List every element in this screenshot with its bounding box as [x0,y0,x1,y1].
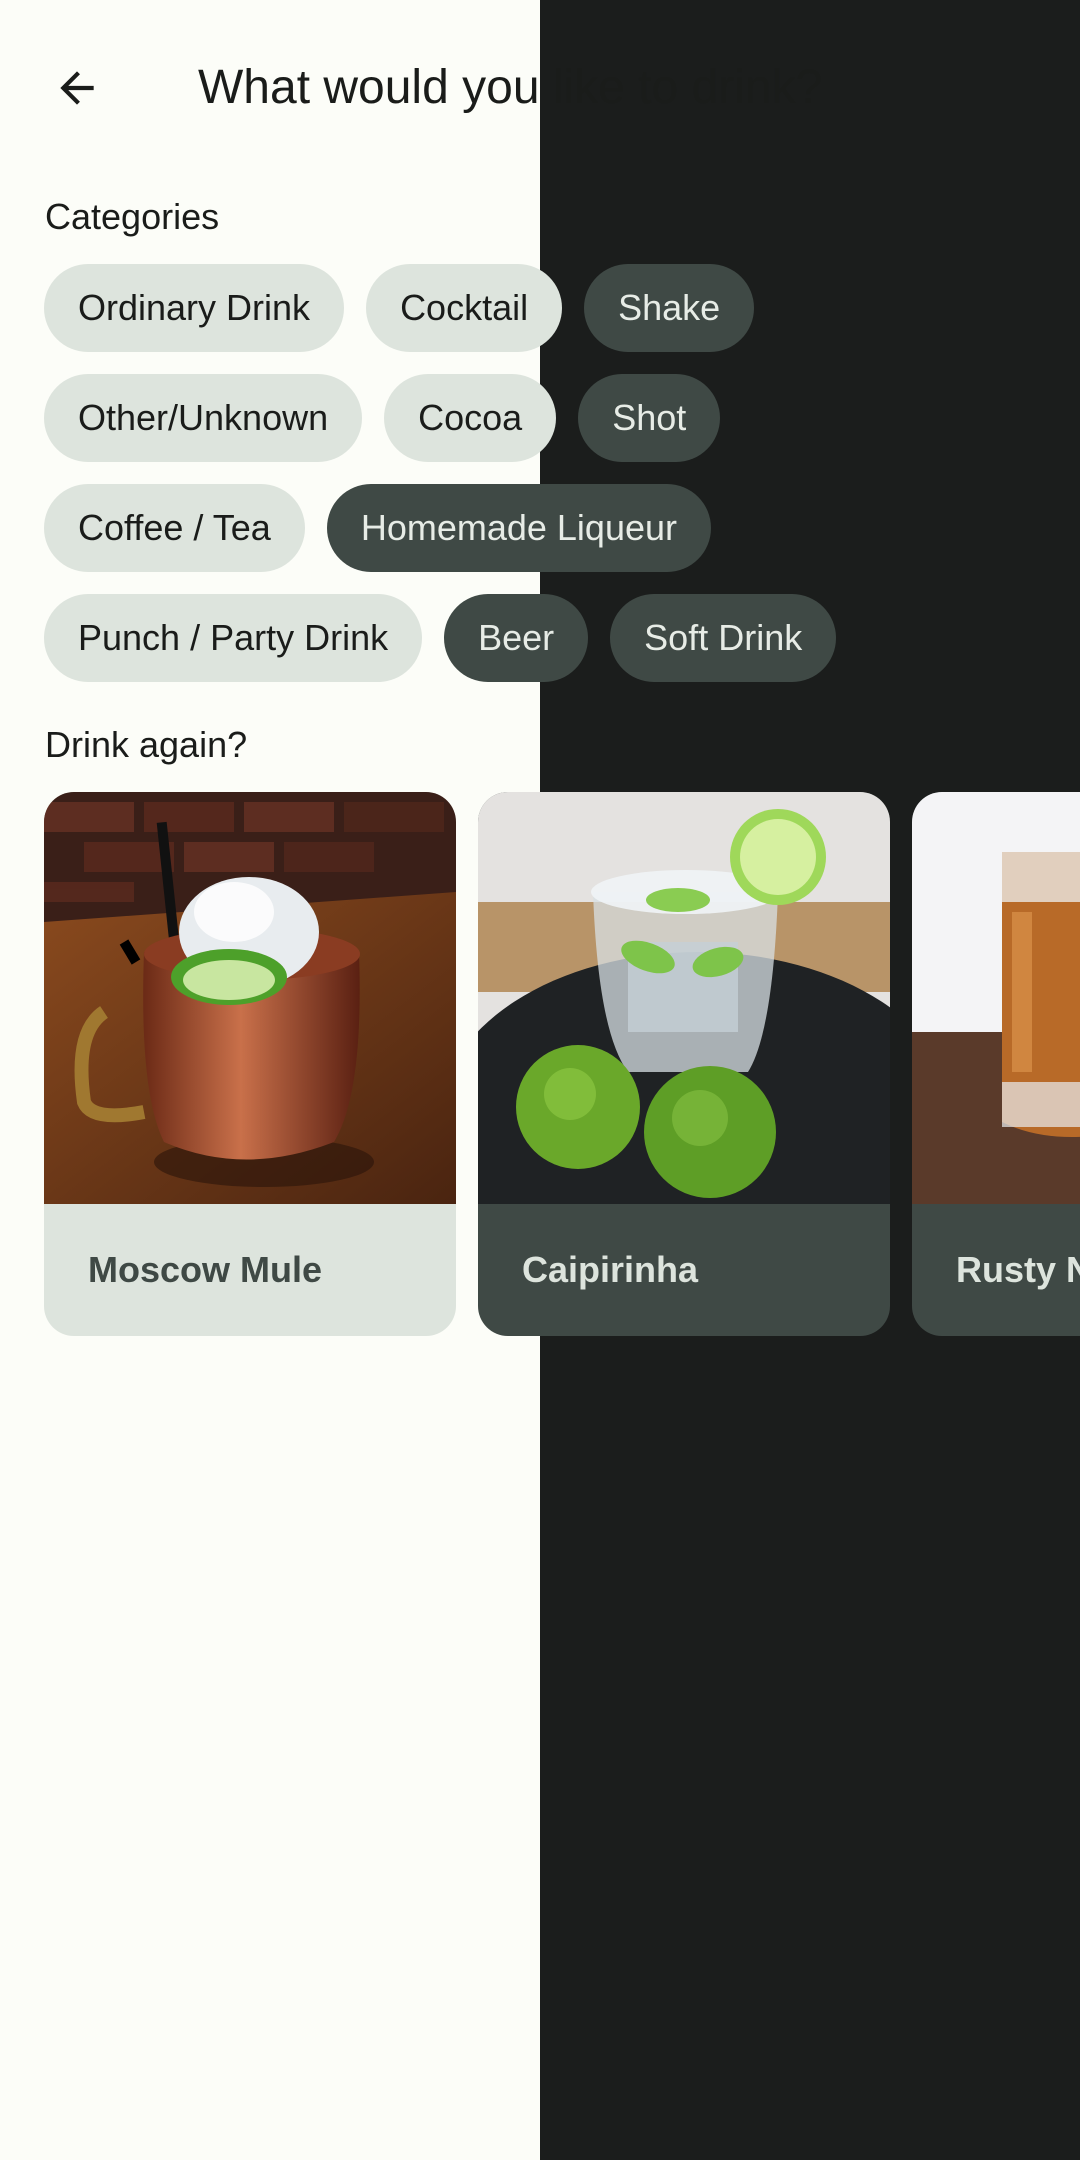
chip-soft-drink[interactable]: Soft Drink [610,594,837,682]
chip-shot[interactable]: Shot [578,374,721,462]
page-title: What would you like to drink? [198,61,823,114]
drink-again-heading: Drink again? [45,724,248,765]
categories-heading: Categories [45,196,220,237]
chip-homemade-liqueur[interactable]: Homemade Liqueur [326,484,712,572]
chip-coffee-tea[interactable]: Coffee / Tea [44,484,305,572]
drink-card-caipirinha[interactable]: Caipirinha [478,792,890,1336]
drink-card-title: Rusty N [956,1249,1080,1290]
drink-card-moscow-mule[interactable]: Moscow Mule [44,792,456,1336]
back-button[interactable] [33,40,121,136]
chip-punch-party-drink[interactable]: Punch / Party Drink [44,594,423,682]
category-chip-group: Ordinary Drink Cocktail Shake Other/Unkn… [44,264,1044,704]
chip-cocoa[interactable]: Cocoa [384,374,557,462]
caipirinha-image [478,792,890,1204]
arrow-back-icon [60,71,94,105]
drink-card-title: Moscow Mule [88,1249,323,1290]
drink-card-title: Caipirinha [522,1249,699,1290]
drink-card-rusty-nail[interactable]: Rusty N [912,792,1080,1336]
chip-row: Ordinary Drink Cocktail Shake [44,264,1044,352]
chip-ordinary-drink[interactable]: Ordinary Drink [44,264,345,352]
chip-other-unknown[interactable]: Other/Unknown [44,374,363,462]
chip-row: Other/Unknown Cocoa Shot [44,374,1044,462]
drink-again-carousel[interactable]: Moscow Mule Caipirinha Rusty N [44,792,1080,1336]
moscow-mule-image [44,792,456,1204]
chip-shake[interactable]: Shake [584,264,755,352]
top-app-bar: What would you like to drink? [0,0,1080,176]
chip-cocktail[interactable]: Cocktail [366,264,563,352]
rusty-nail-image [912,792,1080,1204]
chip-row: Coffee / Tea Homemade Liqueur [44,484,1044,572]
chip-beer[interactable]: Beer [444,594,589,682]
chip-row: Punch / Party Drink Beer Soft Drink [44,594,1044,682]
